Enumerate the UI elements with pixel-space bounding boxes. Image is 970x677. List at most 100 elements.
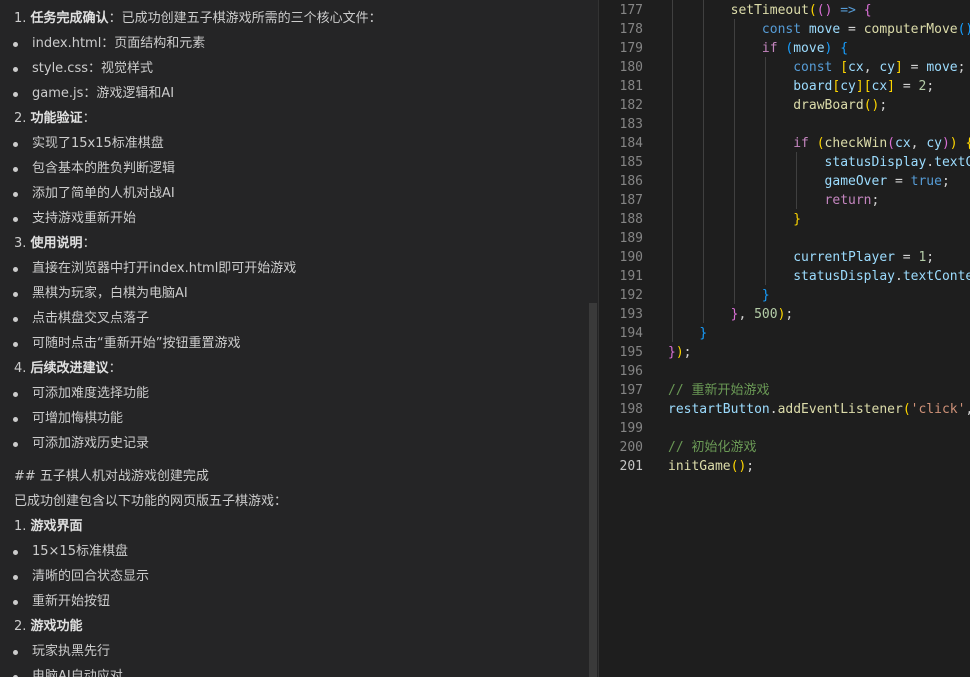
list-item: 15×15标准棋盘 [13,539,128,564]
code-text: // 重新开始游戏 [668,383,770,398]
code-line[interactable]: 200 // 初始化游戏 [599,438,970,457]
code-line[interactable]: 183 [599,115,970,134]
code-text: restartButton.addEventListener('click', [668,402,970,417]
chat-scrollbar[interactable] [589,303,597,677]
list-item: 可添加难度选择功能 [13,381,149,406]
code-text: const move = computerMove(); [761,22,970,37]
code-text: // 初始化游戏 [668,440,757,455]
section-heading: 2. 游戏功能 [14,619,83,634]
section-heading: 4. 后续改进建议： [14,361,122,376]
code-line[interactable]: 195}); [599,343,970,362]
section-heading: 1. 任务完成确认：已成功创建五子棋游戏所需的三个核心文件： [14,11,382,26]
code-line[interactable]: 190 currentPlayer = 1; [599,248,970,267]
line-number: 192 [619,288,643,303]
line-number: 182 [619,98,643,113]
line-number: 181 [619,79,643,94]
code-line[interactable]: 181 board[cy][cx] = 2; [599,77,970,96]
list-item: style.css：视觉样式 [13,56,153,81]
code-line[interactable]: 177 setTimeout(() => { [599,1,970,20]
code-line[interactable]: 186 gameOver = true; [599,172,970,191]
code-text: initGame(); [668,459,755,474]
code-line[interactable]: 180 const [cx, cy] = move; [599,58,970,77]
code-editor[interactable]: 177 setTimeout(() => {178 const move = c… [599,0,970,677]
line-number: 200 [619,440,643,455]
line-number: 195 [619,345,643,360]
code-text: if (checkWin(cx, cy)) { [793,136,970,151]
code-line[interactable]: 188 } [599,210,970,229]
list-item: 直接在浏览器中打开index.html即可开始游戏 [13,256,296,281]
line-number: 177 [619,3,643,18]
section-heading: 3. 使用说明： [14,236,96,251]
line-number: 185 [619,155,643,170]
list-item: game.js：游戏逻辑和AI [13,81,174,106]
line-number: 179 [619,41,643,56]
list-item: 清晰的回合状态显示 [13,564,149,589]
code-line[interactable]: 179 if (move) { [599,39,970,58]
code-text: statusDisplay.textContent [793,269,970,284]
code-line[interactable]: 201 initGame(); [599,457,970,476]
list-item: 可随时点击“重新开始”按钮重置游戏 [13,331,240,356]
code-text: setTimeout(() => { [730,3,872,18]
code-line[interactable]: 185 statusDisplay.textContent [599,153,970,172]
code-text: } [699,326,708,341]
code-text: }, 500); [730,307,794,322]
list-item: 可添加游戏历史记录 [13,431,149,456]
code-line[interactable]: 189 [599,229,970,248]
line-number: 183 [619,117,643,132]
code-text: board[cy][cx] = 2; [793,79,935,94]
line-number: 187 [619,193,643,208]
code-line[interactable]: 199 [599,419,970,438]
line-number: 197 [619,383,643,398]
list-item: 包含基本的胜负判断逻辑 [13,156,175,181]
code-text: return; [824,193,880,208]
code-text: drawBoard(); [793,98,888,113]
code-line[interactable]: 198 restartButton.addEventListener('click… [599,400,970,419]
line-number: 190 [619,250,643,265]
line-number: 196 [619,364,643,379]
code-line[interactable]: 192 } [599,286,970,305]
line-number: 186 [619,174,643,189]
code-text: }); [668,345,692,360]
code-line[interactable]: 191 statusDisplay.textContent [599,267,970,286]
line-number: 198 [619,402,643,417]
chat-panel: 1. 任务完成确认：已成功创建五子棋游戏所需的三个核心文件： index.htm… [0,0,598,677]
line-number: 194 [619,326,643,341]
code-text: if (move) { [761,41,849,56]
code-line[interactable]: 196 [599,362,970,381]
line-number: 180 [619,60,643,75]
code-line[interactable]: 193 }, 500); [599,305,970,324]
list-item: index.html：页面结构和元素 [13,31,205,56]
line-number: 184 [619,136,643,151]
list-item: 玩家执黑先行 [13,639,110,664]
code-line[interactable]: 184 if (checkWin(cx, cy)) { [599,134,970,153]
line-number: 191 [619,269,643,284]
list-item: 电脑AI自动应对 [13,664,123,677]
list-item: 黑棋为玩家，白棋为电脑AI [13,281,188,306]
list-item: 添加了简单的人机对战AI [13,181,175,206]
section-heading: 2. 功能验证： [14,111,96,126]
code-text: } [761,288,770,303]
code-text: const [cx, cy] = move; [793,60,966,75]
list-item: 重新开始按钮 [13,589,110,614]
code-line[interactable]: 194 } [599,324,970,343]
list-item: 支持游戏重新开始 [13,206,136,231]
code-line[interactable]: 182 drawBoard(); [599,96,970,115]
list-item: 可增加悔棋功能 [13,406,123,431]
line-number: 199 [619,421,643,436]
line-number: 189 [619,231,643,246]
code-text: currentPlayer = 1; [793,250,935,265]
code-line[interactable]: 178 const move = computerMove(); [599,20,970,39]
intro-text: 已成功创建包含以下功能的网页版五子棋游戏： [14,494,288,509]
line-number: 201 [619,459,643,474]
markdown-heading: ## 五子棋人机对战游戏创建完成 [14,469,209,484]
code-text: gameOver = true; [824,174,950,189]
list-item: 点击棋盘交叉点落子 [13,306,149,331]
code-line[interactable]: 187 return; [599,191,970,210]
line-number: 188 [619,212,643,227]
code-line[interactable]: 197 // 重新开始游戏 [599,381,970,400]
list-item: 实现了15x15标准棋盘 [13,131,164,156]
section-heading: 1. 游戏界面 [14,519,83,534]
code-text: } [793,212,802,227]
line-number: 193 [619,307,643,322]
code-text: statusDisplay.textContent [824,155,970,170]
